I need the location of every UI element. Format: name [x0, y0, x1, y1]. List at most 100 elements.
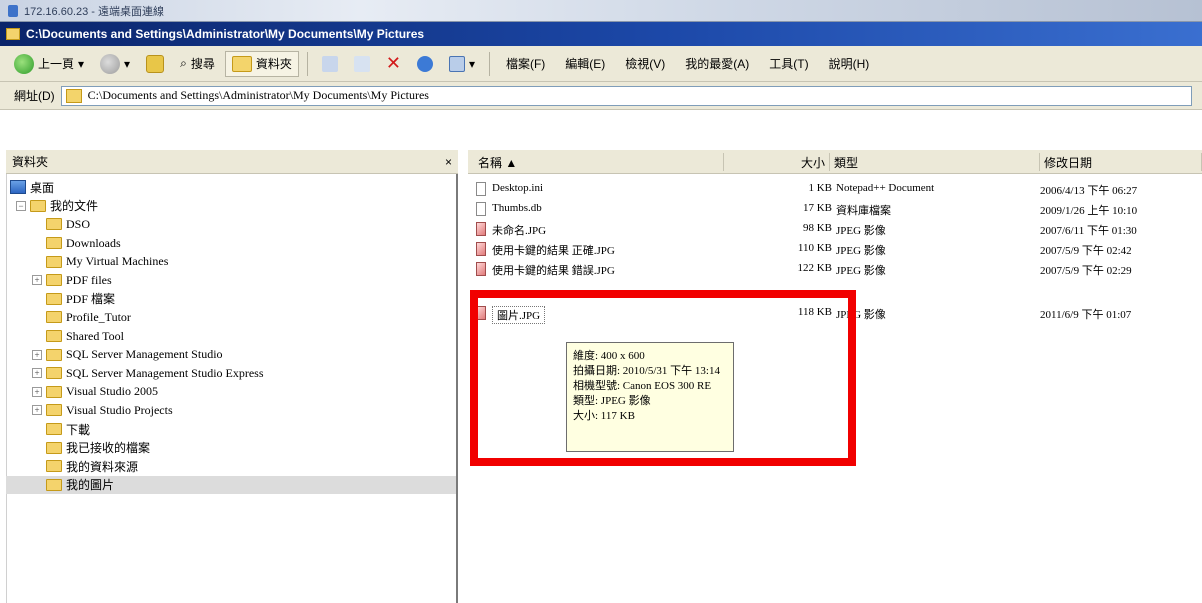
tree-item-label: 下載 — [66, 422, 91, 437]
toolbar-separator — [488, 51, 490, 76]
tree-item-label: Shared Tool — [66, 328, 124, 343]
file-row[interactable]: Desktop.ini 1 KB Notepad++ Document 2006… — [468, 180, 1202, 199]
folders-pane-header: 資料夾 × — [6, 150, 458, 174]
menu-favorites[interactable]: 我的最愛(A) — [677, 55, 757, 72]
folder-icon — [46, 404, 62, 417]
expand-icon[interactable]: + — [32, 275, 42, 286]
window-title: C:\Documents and Settings\Administrator\… — [26, 27, 425, 41]
file-modified: 2006/4/13 下午 06:27 — [1040, 185, 1138, 197]
tree-item-my-documents[interactable]: − 我的文件 — [6, 197, 456, 216]
folder-icon — [46, 292, 62, 305]
tree-item-label: Downloads — [66, 235, 121, 250]
file-type: Notepad++ Document — [836, 182, 935, 194]
file-name: 使用卡鍵的結果 錯誤.JPG — [492, 265, 615, 277]
remote-desktop-title: 172.16.60.23 - 遠端桌面連線 — [24, 5, 165, 18]
menu-help[interactable]: 說明(H) — [821, 55, 878, 72]
address-label: 網址(D) — [14, 89, 55, 103]
tree-item-folder[interactable]: Profile_Tutor — [6, 308, 456, 327]
tree-item-folder[interactable]: + PDF files — [6, 271, 456, 290]
folder-icon — [46, 237, 62, 250]
file-modified: 2009/1/26 上午 10:10 — [1040, 205, 1138, 217]
tree-item-folder-selected[interactable]: 我的圖片 — [6, 475, 456, 495]
tree-item-label: Profile_Tutor — [66, 309, 131, 324]
folders-button[interactable]: 資料夾 — [224, 50, 299, 77]
up-folder-button[interactable] — [140, 51, 170, 77]
expand-icon[interactable]: + — [32, 368, 42, 379]
search-label: 搜尋 — [190, 57, 215, 71]
back-button[interactable]: 上一頁 ▾ — [8, 51, 90, 77]
menu-tools[interactable]: 工具(T) — [761, 55, 816, 72]
tree-item-folder[interactable]: PDF 檔案 — [6, 290, 456, 309]
folder-icon — [65, 88, 82, 103]
file-list-header: 名稱 ▲ 大小 類型 修改日期 — [468, 150, 1202, 174]
file-row[interactable]: 未命名.JPG 98 KB JPEG 影像 2007/6/11 下午 01:30 — [468, 220, 1202, 239]
menu-edit[interactable]: 編輯(E) — [557, 55, 613, 72]
column-type[interactable]: 類型 — [830, 153, 1040, 171]
menu-file[interactable]: 檔案(F) — [498, 55, 553, 72]
copy-to-icon — [353, 55, 370, 72]
move-to-icon — [321, 55, 338, 72]
column-size[interactable]: 大小 — [724, 153, 830, 171]
tree-item-label: 我的圖片 — [66, 478, 115, 493]
window-title-bar[interactable]: C:\Documents and Settings\Administrator\… — [0, 22, 1202, 46]
column-name[interactable]: 名稱 ▲ — [474, 153, 724, 171]
expand-icon[interactable]: + — [32, 386, 42, 397]
folder-icon — [46, 274, 62, 287]
tree-item-folder[interactable]: + SQL Server Management Studio — [6, 345, 456, 364]
tree-item-folder[interactable]: DSO — [6, 215, 456, 234]
folder-icon — [46, 441, 62, 454]
chevron-down-icon[interactable]: ▾ — [78, 57, 84, 71]
folder-icon — [46, 255, 62, 268]
pictures-folder-icon — [46, 478, 62, 491]
views-button[interactable]: ▾ — [443, 51, 481, 77]
forward-button[interactable]: ▾ — [94, 51, 136, 77]
collapse-icon[interactable]: − — [16, 200, 26, 211]
back-arrow-icon — [14, 53, 34, 74]
folder-icon — [46, 330, 62, 343]
tree-item-label: SQL Server Management Studio — [66, 347, 223, 362]
chevron-down-icon[interactable]: ▾ — [469, 57, 475, 71]
file-row[interactable]: 使用卡鍵的結果 錯誤.JPG 122 KB JPEG 影像 2007/5/9 下… — [468, 260, 1202, 279]
tree-item-folder[interactable]: 我已接收的檔案 — [6, 438, 456, 457]
tree-item-desktop[interactable]: 桌面 — [6, 178, 456, 197]
file-size: 98 KB — [802, 222, 832, 234]
tree-item-label: SQL Server Management Studio Express — [66, 365, 264, 380]
search-button[interactable]: ⌕ 搜尋 — [174, 51, 221, 77]
tree-item-folder[interactable]: + Visual Studio Projects — [6, 401, 456, 420]
menu-view[interactable]: 檢視(V) — [617, 55, 673, 72]
file-size: 110 KB — [797, 242, 832, 254]
file-size: 122 KB — [797, 262, 832, 274]
undo-button[interactable] — [411, 51, 439, 77]
folder-tree: 桌面 − 我的文件 DSO Downloads My Virtual Machi… — [6, 178, 456, 495]
file-name: Thumbs.db — [492, 202, 542, 214]
tree-item-folder[interactable]: 我的資料來源 — [6, 457, 456, 476]
move-to-button[interactable] — [316, 51, 344, 77]
address-input[interactable]: C:\Documents and Settings\Administrator\… — [60, 85, 1192, 106]
file-row[interactable]: 使用卡鍵的結果 正確.JPG 110 KB JPEG 影像 2007/5/9 下… — [468, 240, 1202, 259]
folder-icon — [46, 218, 62, 231]
file-modified: 2007/6/11 下午 01:30 — [1040, 225, 1137, 237]
tree-item-folder[interactable]: + SQL Server Management Studio Express — [6, 364, 456, 383]
folders-label: 資料夾 — [255, 57, 292, 71]
file-modified: 2007/5/9 下午 02:29 — [1040, 265, 1132, 277]
copy-to-button[interactable] — [348, 51, 376, 77]
folder-icon — [46, 385, 62, 398]
tree-item-folder[interactable]: Downloads — [6, 234, 456, 253]
file-row[interactable]: Thumbs.db 17 KB 資料庫檔案 2009/1/26 上午 10:10 — [468, 200, 1202, 219]
tree-item-folder[interactable]: + Visual Studio 2005 — [6, 383, 456, 402]
folder-icon — [46, 423, 62, 436]
close-icon[interactable]: × — [445, 155, 452, 169]
delete-button[interactable]: ✕ — [380, 51, 407, 77]
tree-item-folder[interactable]: 下載 — [6, 420, 456, 439]
column-modified[interactable]: 修改日期 — [1040, 153, 1202, 171]
folders-pane-title: 資料夾 — [12, 155, 49, 169]
tree-item-folder[interactable]: Shared Tool — [6, 327, 456, 346]
folder-icon — [46, 348, 62, 361]
expand-icon[interactable]: + — [32, 405, 42, 416]
image-file-icon — [476, 222, 486, 236]
file-name: Desktop.ini — [492, 182, 544, 194]
address-value: C:\Documents and Settings\Administrator\… — [87, 88, 429, 102]
tree-item-folder[interactable]: My Virtual Machines — [6, 252, 456, 271]
expand-icon[interactable]: + — [32, 349, 42, 360]
chevron-down-icon[interactable]: ▾ — [124, 57, 130, 71]
